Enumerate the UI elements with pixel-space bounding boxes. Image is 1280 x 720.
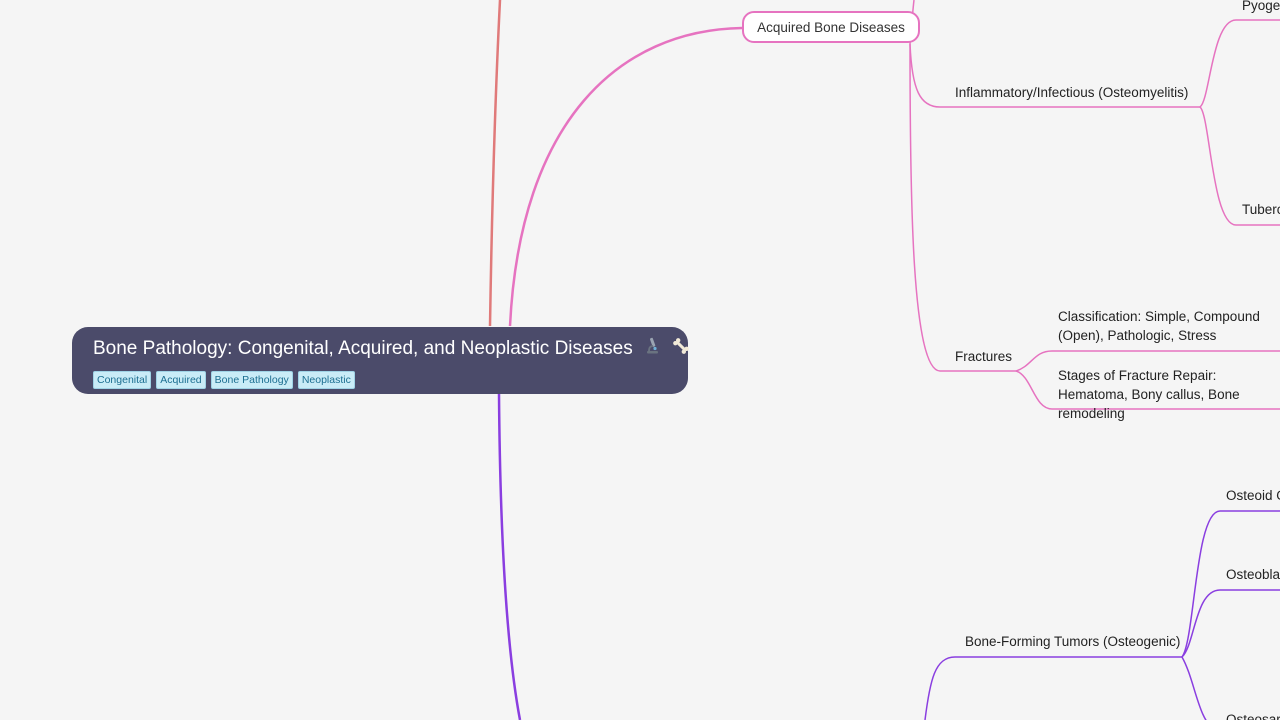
connector-pyogenic <box>1199 19 1280 108</box>
connector-osteosarcoma <box>1181 656 1207 720</box>
connector-osteoblastoma <box>1181 589 1280 658</box>
root-tags: Congenital Acquired Bone Pathology Neopl… <box>93 371 688 389</box>
microscope-icon <box>642 336 662 363</box>
node-fracture-classification[interactable]: Classification: Simple, Compound (Open),… <box>1058 307 1280 345</box>
connector-acquired <box>508 26 743 327</box>
mindmap-canvas: Bone Pathology: Congenital, Acquired, an… <box>0 0 1280 720</box>
topic-acquired-label: Acquired Bone Diseases <box>757 19 905 35</box>
tag-congenital[interactable]: Congenital <box>93 371 152 389</box>
tag-bone-pathology[interactable]: Bone Pathology <box>210 371 293 389</box>
tag-acquired[interactable]: Acquired <box>156 371 206 389</box>
connector-bone-forming <box>924 656 1182 720</box>
node-fracture-repair-stages[interactable]: Stages of Fracture Repair: Hematoma, Bon… <box>1058 366 1280 423</box>
tag-neoplastic[interactable]: Neoplastic <box>297 371 355 389</box>
root-title-text: Bone Pathology: Congenital, Acquired, an… <box>93 338 633 359</box>
node-fractures[interactable]: Fractures <box>955 347 1012 366</box>
node-tuberculous[interactable]: Tuberculous <box>1242 200 1280 219</box>
node-pyogenic[interactable]: Pyogenic <box>1242 0 1280 15</box>
connector-congenital <box>488 0 502 327</box>
node-inflammatory-infectious[interactable]: Inflammatory/Infectious (Osteomyelitis) <box>955 83 1188 102</box>
node-osteoid-osteoma[interactable]: Osteoid Osteoma <box>1226 486 1280 505</box>
node-bone-forming-tumors[interactable]: Bone-Forming Tumors (Osteogenic) <box>965 632 1180 651</box>
root-title: Bone Pathology: Congenital, Acquired, an… <box>93 336 691 363</box>
node-osteosarcoma[interactable]: Osteosarcoma <box>1226 710 1280 720</box>
connector-osteoid <box>1181 510 1280 658</box>
connector-neoplastic <box>497 393 522 720</box>
topic-acquired-bone-diseases[interactable]: Acquired Bone Diseases <box>742 11 920 43</box>
node-osteoblastoma[interactable]: Osteoblastoma <box>1226 565 1280 584</box>
root-node[interactable]: Bone Pathology: Congenital, Acquired, an… <box>72 327 691 394</box>
bone-icon <box>671 336 691 363</box>
